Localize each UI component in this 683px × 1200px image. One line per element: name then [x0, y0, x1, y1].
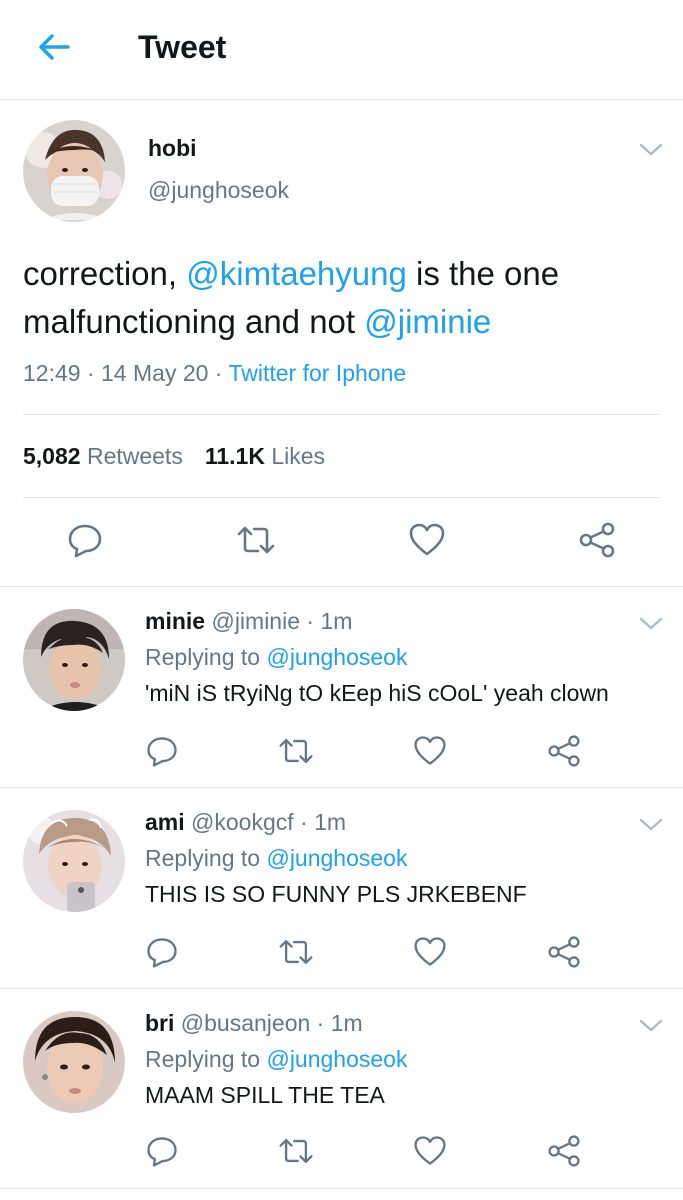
retweets-label: Retweets: [80, 443, 183, 469]
reply-tweet[interactable]: ami @kookgcf · 1m Replying to @junghoseo…: [0, 788, 683, 989]
author-handle[interactable]: @junghoseok: [148, 177, 289, 204]
replying-to: Replying to @junghoseok: [145, 644, 407, 671]
reply-time: · 1m: [300, 809, 347, 835]
replying-to-link[interactable]: @junghoseok: [266, 1046, 407, 1072]
chevron-down-icon: [639, 143, 663, 156]
reply-text: THIS IS SO FUNNY PLS JRKEBENF: [145, 881, 527, 907]
replying-to: Replying to @junghoseok: [145, 1046, 407, 1073]
reply-author-name[interactable]: bri: [145, 1010, 174, 1036]
mention-link[interactable]: @jiminie: [364, 303, 491, 340]
tweet-source-link[interactable]: Twitter for Iphone: [228, 360, 406, 386]
replying-label: Replying to: [145, 845, 267, 871]
retweet-icon: [237, 526, 275, 554]
reply-header: minie @jiminie · 1m: [145, 608, 352, 635]
like-button[interactable]: [412, 1133, 448, 1174]
avatar[interactable]: [23, 120, 125, 222]
meta-separator: ·: [80, 360, 102, 386]
reply-tweet[interactable]: bri @busanjeon · 1m Replying to @junghos…: [0, 989, 683, 1189]
top-bar: Tweet: [0, 0, 683, 100]
reply-icon: [147, 938, 177, 968]
reply-options-button[interactable]: [638, 1016, 664, 1036]
tweet-text-part: correction,: [23, 255, 187, 292]
reply-button[interactable]: [65, 520, 105, 565]
divider: [23, 497, 660, 498]
retweet-button[interactable]: [234, 520, 278, 565]
mention-link[interactable]: @kimtaehyung: [186, 255, 407, 292]
likes-label: Likes: [264, 443, 326, 469]
reply-icon: [147, 737, 177, 767]
reply-text: MAAM SPILL THE TEA: [145, 1082, 385, 1108]
retweets-count: 5,082: [23, 443, 81, 469]
replying-label: Replying to: [145, 644, 267, 670]
heart-icon: [414, 1136, 446, 1165]
replying-to: Replying to @junghoseok: [145, 845, 407, 872]
retweet-icon: [279, 1139, 313, 1163]
reply-icon: [147, 1137, 177, 1167]
author-name[interactable]: hobi: [148, 135, 197, 162]
tweet-text: correction, @kimtaehyung is the one malf…: [23, 250, 663, 346]
reply-icon: [68, 524, 102, 558]
reply-button[interactable]: [144, 733, 180, 774]
arrow-left-icon: [39, 34, 70, 60]
divider: [23, 414, 660, 415]
meta-separator: ·: [208, 360, 229, 386]
heart-icon: [409, 523, 445, 556]
reply-time: · 1m: [316, 1010, 363, 1036]
reply-author-handle[interactable]: @busanjeon: [181, 1010, 311, 1036]
retweet-button[interactable]: [276, 934, 316, 975]
like-button[interactable]: [412, 934, 448, 975]
share-icon: [548, 936, 580, 968]
retweet-button[interactable]: [276, 1133, 316, 1174]
share-button[interactable]: [577, 520, 617, 565]
chevron-down-icon: [639, 818, 663, 831]
replying-to-link[interactable]: @junghoseok: [266, 644, 407, 670]
share-button[interactable]: [546, 1133, 582, 1174]
share-icon: [579, 522, 615, 558]
reply-author-handle[interactable]: @kookgcf: [191, 809, 294, 835]
main-tweet: hobi @junghoseok correction, @kimtaehyun…: [0, 100, 683, 587]
reply-author-name[interactable]: minie: [145, 608, 205, 634]
like-button[interactable]: [407, 520, 447, 565]
retweet-icon: [279, 940, 313, 964]
reply-time: · 1m: [306, 608, 353, 634]
replying-to-link[interactable]: @junghoseok: [266, 845, 407, 871]
back-button[interactable]: [34, 28, 74, 68]
avatar[interactable]: [23, 1011, 125, 1113]
chevron-down-icon: [639, 1019, 663, 1032]
retweet-button[interactable]: [276, 733, 316, 774]
reply-author-handle[interactable]: @jiminie: [211, 608, 300, 634]
retweets-stat[interactable]: 5,082 Retweets: [23, 443, 183, 469]
avatar[interactable]: [23, 609, 125, 711]
page-title: Tweet: [138, 29, 227, 65]
share-icon: [548, 735, 580, 767]
tweet-meta: 12:49 · 14 May 20 · Twitter for Iphone: [23, 360, 406, 387]
reply-options-button[interactable]: [638, 815, 664, 835]
reply-header: ami @kookgcf · 1m: [145, 809, 346, 836]
tweet-options-button[interactable]: [638, 140, 664, 160]
reply-header: bri @busanjeon · 1m: [145, 1010, 363, 1037]
share-icon: [548, 1135, 580, 1167]
replying-label: Replying to: [145, 1046, 267, 1072]
likes-stat[interactable]: 11.1K Likes: [205, 443, 325, 469]
share-button[interactable]: [546, 733, 582, 774]
reply-text: 'miN iS tRyiNg tO kEep hiS cOoL' yeah cl…: [145, 680, 609, 706]
chevron-down-icon: [639, 617, 663, 630]
tweet-stats: 5,082 Retweets 11.1K Likes: [23, 443, 325, 470]
share-button[interactable]: [546, 934, 582, 975]
reply-button[interactable]: [144, 934, 180, 975]
retweet-icon: [279, 739, 313, 763]
tweet-time: 12:49: [23, 360, 81, 386]
likes-count: 11.1K: [204, 443, 265, 469]
reply-options-button[interactable]: [638, 614, 664, 634]
like-button[interactable]: [412, 733, 448, 774]
heart-icon: [414, 937, 446, 966]
reply-tweet[interactable]: minie @jiminie · 1m Replying to @junghos…: [0, 587, 683, 788]
reply-button[interactable]: [144, 1133, 180, 1174]
tweet-date: 14 May 20: [101, 360, 209, 386]
avatar[interactable]: [23, 810, 125, 912]
reply-author-name[interactable]: ami: [145, 809, 185, 835]
heart-icon: [414, 736, 446, 765]
